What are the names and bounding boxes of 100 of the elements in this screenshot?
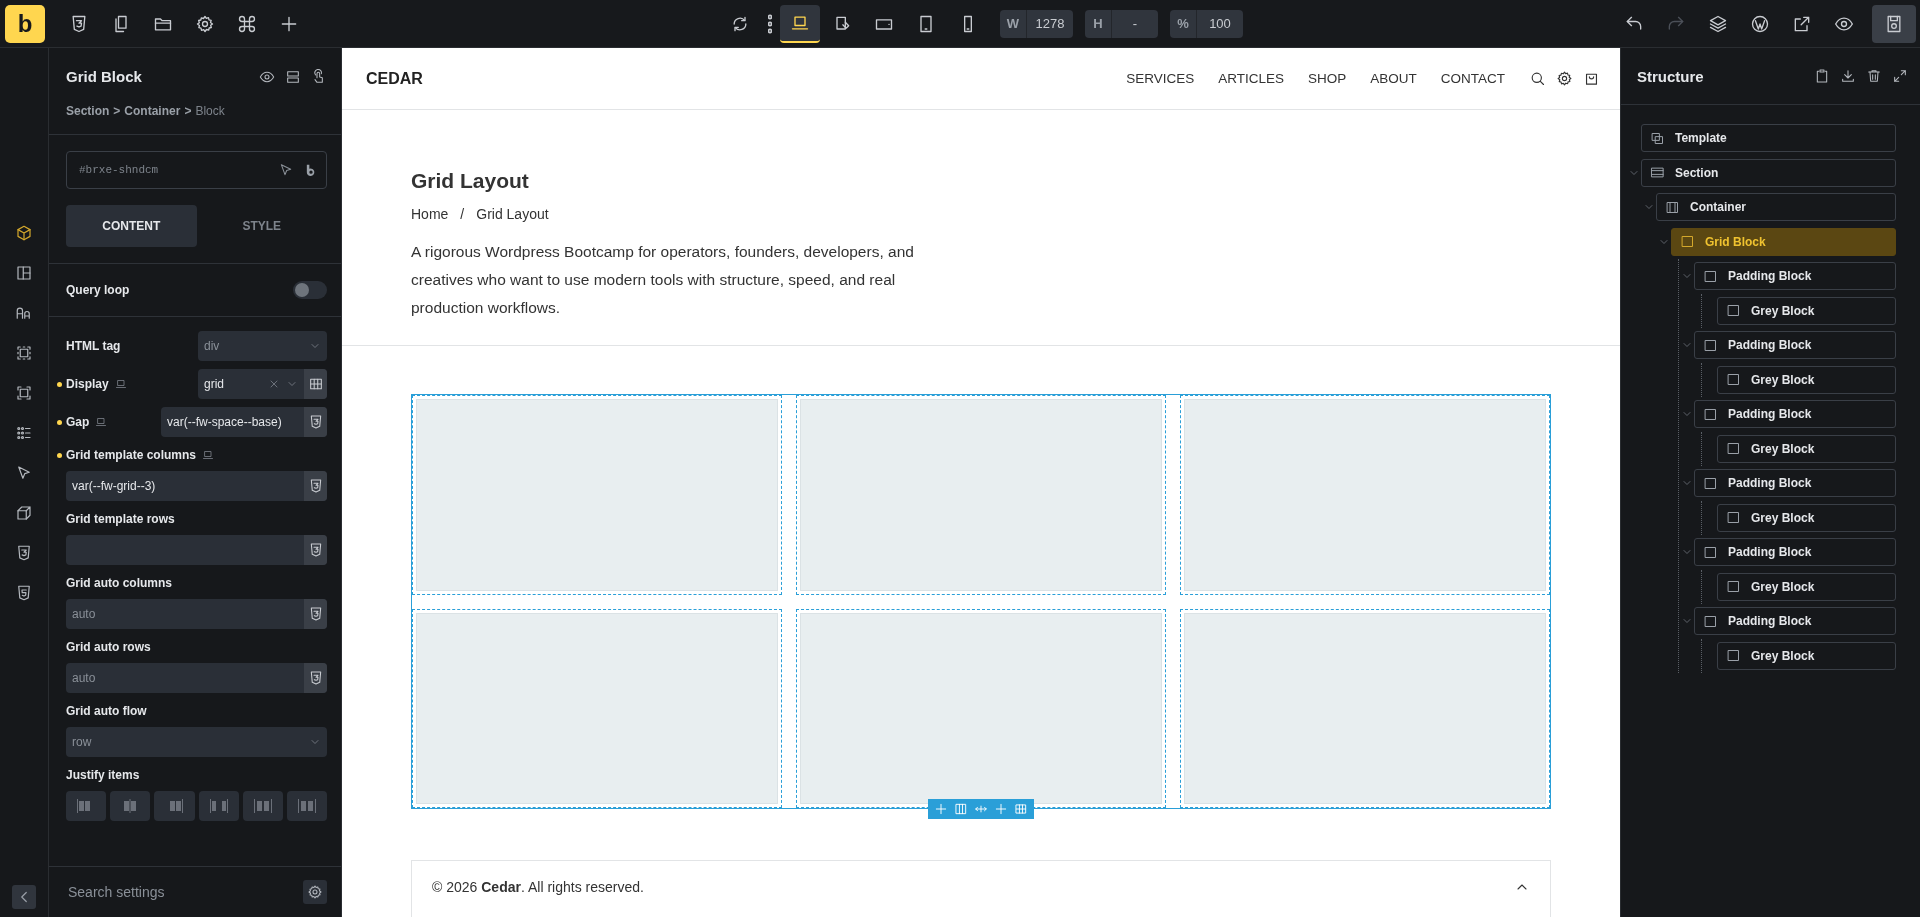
css-button[interactable]	[304, 471, 327, 501]
layers-icon[interactable]	[1708, 13, 1728, 34]
field-label: Grid template columns	[66, 448, 197, 462]
nav-link[interactable]: ARTICLES	[1218, 71, 1284, 86]
select-field[interactable]: div	[198, 331, 327, 361]
structure-item[interactable]: Section	[1641, 158, 1896, 187]
structure-item[interactable]: Grey Block	[1717, 365, 1896, 394]
structure-item[interactable]: Template	[1641, 124, 1896, 153]
structure-item[interactable]: Grey Block	[1717, 641, 1896, 670]
list-icon[interactable]	[15, 424, 33, 442]
nav-link[interactable]: ABOUT	[1370, 71, 1417, 86]
breadcrumb-item[interactable]: Block	[195, 104, 225, 118]
field-label: Grid template rows	[66, 512, 175, 526]
id-field[interactable]: #brxe-shndcm	[66, 151, 327, 189]
css-button[interactable]	[304, 407, 327, 437]
structure-item[interactable]: Grid Block	[1671, 227, 1896, 256]
search-field[interactable]: Search settings	[66, 883, 303, 901]
structure-item[interactable]: Container	[1656, 193, 1896, 222]
structure-item[interactable]: Padding Block	[1694, 400, 1896, 429]
dimension-field[interactable]: % 100	[1170, 9, 1243, 38]
select-field[interactable]: row	[66, 727, 327, 757]
justify-option-button[interactable]	[286, 791, 328, 821]
laptop-button[interactable]	[780, 4, 820, 43]
download-icon[interactable]	[1840, 68, 1856, 84]
settings-icon[interactable]	[195, 13, 215, 34]
structure-item[interactable]: Padding Block	[1694, 331, 1896, 360]
more-icon[interactable]	[768, 13, 772, 34]
dimension-field[interactable]: W 1278	[1000, 9, 1073, 38]
breadcrumb-item[interactable]: Home	[411, 204, 449, 224]
collapse-button[interactable]	[12, 885, 36, 909]
block-icon	[1726, 372, 1741, 388]
block-icon	[1726, 579, 1741, 595]
justify-option-button[interactable]	[110, 791, 151, 821]
css-button[interactable]	[304, 599, 327, 629]
cursor-icon[interactable]	[278, 162, 294, 178]
frame-icon[interactable]	[15, 344, 33, 362]
toggle-icon[interactable]	[285, 68, 301, 85]
grid-button[interactable]	[304, 369, 327, 399]
cube-icon[interactable]	[15, 224, 33, 242]
css-button[interactable]	[304, 535, 327, 565]
structure-item[interactable]: Grey Block	[1717, 296, 1896, 325]
command-icon[interactable]	[237, 13, 257, 34]
cursor-icon[interactable]	[15, 464, 33, 482]
toggle-switch[interactable]	[293, 281, 327, 299]
settings-button[interactable]	[303, 880, 327, 904]
clear-icon[interactable]	[268, 378, 280, 390]
block-icon	[1703, 475, 1718, 491]
section-icon	[1650, 165, 1665, 181]
breadcrumb-item[interactable]: >	[184, 104, 192, 118]
expand-icon[interactable]	[1892, 68, 1908, 84]
nav-link[interactable]: SERVICES	[1126, 71, 1195, 86]
logo-button[interactable]: b	[5, 4, 45, 43]
delete-icon[interactable]	[1866, 68, 1882, 84]
container-icon	[1665, 199, 1680, 215]
field-label: Justify items	[66, 768, 140, 782]
save-button[interactable]	[1872, 4, 1916, 43]
justify-icon	[296, 798, 317, 814]
breadcrumb-item[interactable]: Grid Layout	[476, 204, 549, 224]
structure-item[interactable]: Padding Block	[1694, 262, 1896, 291]
settings-icon[interactable]	[1556, 70, 1573, 87]
box-icon[interactable]	[15, 504, 33, 522]
justify-option-button[interactable]	[66, 791, 107, 821]
structure-item[interactable]: Padding Block	[1694, 538, 1896, 567]
columns-icon[interactable]	[954, 802, 968, 816]
grid-icon	[307, 376, 324, 392]
layout-icon[interactable]	[15, 264, 33, 282]
search-icon[interactable]	[1529, 70, 1546, 87]
circle-logo-icon[interactable]	[1750, 13, 1770, 34]
field-label: Grid auto flow	[66, 704, 147, 718]
block-icon	[1703, 268, 1718, 284]
breadcrumb-item[interactable]: >	[113, 104, 121, 118]
justify-option-button[interactable]	[242, 791, 283, 821]
breadcrumb-item[interactable]: Container	[124, 104, 181, 118]
breadcrumb-item[interactable]: Section	[66, 104, 110, 118]
site-logo[interactable]: CEDAR	[366, 69, 423, 88]
block-icon	[1703, 337, 1718, 353]
id-input[interactable]: #brxe-shndcm	[77, 163, 266, 177]
dimension-field[interactable]: H -	[1085, 9, 1158, 38]
intro-paragraph: A rigorous Wordpress Bootcamp for operators, founders, developers, and creatives who want to use modern tools with structure, speed, and real production workflows.	[411, 242, 915, 318]
logo-icon	[306, 163, 316, 177]
tab[interactable]: STYLE	[196, 205, 327, 247]
html-icon[interactable]	[15, 584, 33, 602]
css-button[interactable]	[304, 663, 327, 693]
structure-item[interactable]: Grey Block	[1717, 434, 1896, 463]
structure-item[interactable]: Grey Block	[1717, 572, 1896, 601]
block-icon	[1703, 406, 1718, 422]
structure-item[interactable]: Padding Block	[1694, 469, 1896, 498]
structure-item[interactable]: Grey Block	[1717, 503, 1896, 532]
grid-icon[interactable]	[1014, 802, 1028, 816]
css-icon[interactable]	[15, 544, 33, 562]
structure-item[interactable]: Padding Block	[1694, 607, 1896, 636]
nav-link[interactable]: CONTACT	[1440, 71, 1505, 86]
nav-link[interactable]: SHOP	[1307, 71, 1347, 86]
crop-icon[interactable]	[15, 384, 33, 402]
tab[interactable]: CONTENT	[66, 205, 197, 247]
laptop-icon	[114, 378, 127, 390]
justify-option-button[interactable]	[198, 791, 239, 821]
clipboard-icon[interactable]	[1814, 68, 1830, 84]
field-label: Gap	[66, 415, 90, 429]
justify-option-button[interactable]	[154, 791, 195, 821]
